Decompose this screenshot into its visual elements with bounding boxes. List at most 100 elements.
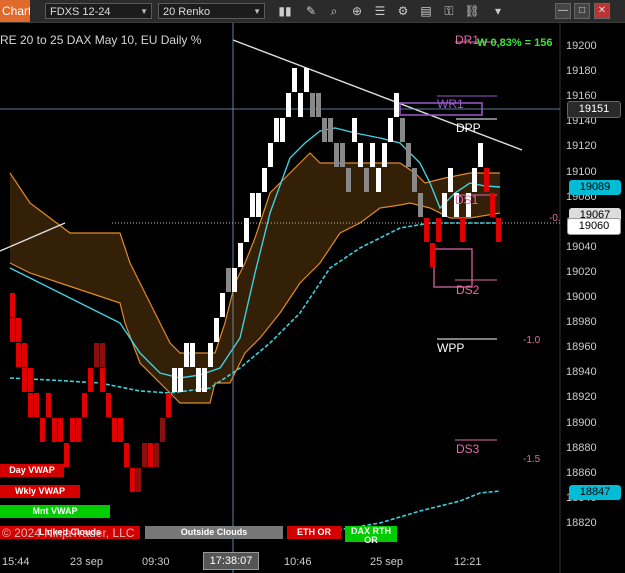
bar-chart-icon[interactable]: ▮▮: [277, 3, 293, 19]
level-dr1: DR1: [455, 33, 480, 47]
level-ds2: DS2: [456, 283, 480, 297]
price-axis-label: 19120: [566, 140, 597, 153]
renko-brick: [484, 168, 489, 192]
eth-or-button[interactable]: ETH OR: [287, 526, 341, 539]
bar-type-value: 20 Renko: [163, 6, 211, 18]
close-button[interactable]: ✕: [594, 3, 610, 19]
renko-brick: [190, 343, 195, 367]
zoom-icon[interactable]: ⌕: [326, 3, 342, 19]
renko-brick: [172, 368, 177, 392]
time-label: 15:44: [2, 556, 30, 568]
sigma-label-0: -0.: [549, 213, 561, 224]
renko-brick: [322, 118, 327, 142]
strategy-icon[interactable]: ⚙: [395, 3, 411, 19]
renko-brick: [238, 243, 243, 267]
pencil-icon[interactable]: ✎: [303, 3, 319, 19]
renko-brick: [22, 343, 27, 367]
price-axis-label: 19040: [566, 240, 597, 253]
crosshair-icon[interactable]: ⊕: [349, 3, 365, 19]
renko-brick: [292, 68, 297, 92]
outside-clouds-button[interactable]: Outside Clouds: [145, 526, 283, 539]
price-axis-label: 18860: [566, 466, 597, 479]
renko-brick: [400, 118, 405, 142]
renko-brick: [208, 343, 213, 367]
renko-brick: [478, 143, 483, 167]
renko-brick: [358, 143, 363, 167]
renko-brick: [310, 93, 315, 117]
price-tag-crosshair: 19151: [567, 101, 621, 118]
renko-brick: [46, 393, 51, 417]
renko-brick: [10, 318, 15, 342]
renko-brick: [418, 193, 423, 217]
maximize-button[interactable]: □: [574, 3, 590, 19]
sigma-label-1: -1.0: [523, 335, 541, 346]
renko-brick: [82, 393, 87, 417]
dax-rth-or-button[interactable]: DAX RTH OR: [345, 526, 397, 545]
renko-brick: [382, 143, 387, 167]
renko-brick: [118, 418, 123, 442]
chart-tab[interactable]: Chart: [0, 0, 30, 22]
renko-brick: [346, 168, 351, 192]
renko-brick: [28, 393, 33, 417]
chevron-down-icon: ▼: [253, 7, 261, 16]
day-vwap-button[interactable]: Day VWAP: [0, 464, 64, 477]
chart-toolbar: Chart FDXS 12-24 ▼ 20 Renko ▼ ▮▮ ✎ ⌕ ⊕ ☰…: [0, 0, 625, 23]
renko-brick: [202, 368, 207, 392]
renko-brick: [214, 318, 219, 342]
link-icon[interactable]: ⛓: [464, 3, 480, 19]
price-axis-label: 18880: [566, 441, 597, 454]
level-ds3: DS3: [456, 442, 480, 456]
price-axis-label: 18940: [566, 366, 597, 379]
level-dpp: DPP: [456, 121, 481, 135]
crosshair-time-label: 17:38:07: [203, 552, 259, 570]
lock-icon[interactable]: ⚿: [441, 3, 457, 19]
time-label: 25 sep: [370, 556, 404, 568]
renko-brick: [70, 418, 75, 442]
renko-brick: [88, 368, 93, 392]
template-icon[interactable]: ▤: [418, 3, 434, 19]
renko-brick: [142, 443, 147, 467]
renko-brick: [106, 393, 111, 417]
price-tag-last: 19060: [567, 218, 621, 235]
price-axis-label: 18820: [566, 516, 597, 529]
renko-brick: [364, 168, 369, 192]
renko-brick: [436, 218, 441, 242]
time-label: 12:21: [454, 556, 482, 568]
mnt-vwap-button[interactable]: Mnt VWAP: [0, 505, 110, 518]
renko-brick: [100, 343, 105, 367]
price-tag-weekly-vwap: 18847: [569, 485, 621, 500]
renko-brick: [256, 193, 261, 217]
wkly-vwap-button[interactable]: Wkly VWAP: [0, 485, 80, 498]
level-wr1: WR1: [437, 97, 464, 111]
properties-icon[interactable]: ☰: [372, 3, 388, 19]
renko-brick: [112, 418, 117, 442]
renko-brick: [244, 218, 249, 242]
renko-brick: [58, 418, 63, 442]
time-label: 09:30: [142, 556, 170, 568]
renko-brick: [52, 418, 57, 442]
minimize-button[interactable]: —: [555, 3, 571, 19]
instrument-selector[interactable]: FDXS 12-24 ▼: [45, 3, 152, 19]
renko-brick: [226, 268, 231, 292]
time-label: 23 sep: [70, 556, 104, 568]
price-axis-label: 19100: [566, 165, 597, 178]
renko-brick: [298, 93, 303, 117]
renko-brick: [22, 368, 27, 392]
renko-brick: [460, 218, 465, 242]
renko-brick: [424, 218, 429, 242]
renko-brick: [130, 468, 135, 492]
price-chart[interactable]: [0, 23, 625, 573]
chart-title: RE 20 to 25 DAX May 10, EU Daily %: [0, 33, 202, 47]
renko-brick: [274, 118, 279, 142]
more-icon[interactable]: ▾: [490, 3, 506, 19]
renko-brick: [316, 93, 321, 117]
bar-type-selector[interactable]: 20 Renko ▼: [158, 3, 265, 19]
renko-brick: [472, 168, 477, 192]
price-axis-label: 18980: [566, 316, 597, 329]
price-axis-label: 19000: [566, 291, 597, 303]
sigma-label-2: -1.5: [523, 454, 541, 465]
renko-brick: [100, 368, 105, 392]
renko-brick: [340, 143, 345, 167]
renko-brick: [184, 343, 189, 367]
renko-brick: [268, 143, 273, 167]
